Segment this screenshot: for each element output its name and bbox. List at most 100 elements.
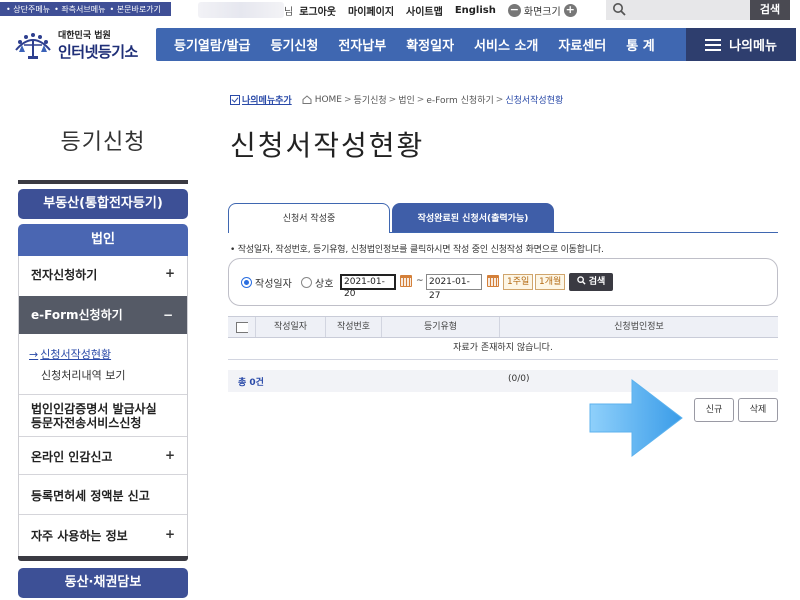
total-count: 총 0건: [238, 378, 264, 388]
delete-button[interactable]: 삭제: [738, 398, 778, 422]
breadcrumb-registry-apply[interactable]: 등기신청: [354, 93, 387, 106]
radio-selected-icon: [241, 277, 252, 288]
search-icon: [576, 276, 586, 285]
search-button[interactable]: 검색: [750, 0, 790, 20]
tab-in-progress[interactable]: 신청서 작성중: [228, 203, 390, 233]
sidebar-corp-button[interactable]: 법인: [18, 224, 188, 256]
radio-company-name[interactable]: 상호: [301, 275, 333, 290]
arrow-icon: →: [29, 348, 39, 361]
mypage-link[interactable]: 마이페이지: [348, 3, 394, 18]
add-my-menu-label: 나의메뉴추가: [242, 96, 292, 106]
new-button[interactable]: 신규: [694, 398, 734, 422]
sidebar-movable-collateral-button[interactable]: 동산·채권담보: [18, 568, 188, 598]
sidebar-title: 등기신청: [60, 130, 146, 155]
page-indicator: (0/0): [508, 374, 530, 384]
header-corp-info[interactable]: 신청법인정보: [500, 317, 778, 337]
skip-link-content[interactable]: • 본문바로가기: [109, 4, 160, 15]
application-table: 작성일자 작성번호 등기유형 신청법인정보 자료가 존재하지 않습니다.: [228, 316, 778, 360]
my-menu-button[interactable]: 나의메뉴: [686, 28, 796, 61]
pointer-arrow-icon: [589, 378, 683, 458]
sidebar-item-license-tax[interactable]: 등록면허세 정액분 신고: [19, 487, 187, 504]
breadcrumb-separator: >: [495, 94, 504, 105]
zoom-out-icon[interactable]: −: [507, 3, 521, 17]
sidebar-item-label: 자주 사용하는 정보: [31, 529, 128, 543]
sidebar-real-estate-button[interactable]: 부동산(통합전자등기): [18, 189, 188, 219]
breadcrumb-home[interactable]: HOME: [315, 95, 342, 105]
header-select-all[interactable]: [228, 317, 256, 337]
header-write-number[interactable]: 작성번호: [326, 317, 382, 337]
logo-site-name: 인터넷등기소: [58, 43, 138, 61]
breadcrumb-corp[interactable]: 법인: [398, 93, 415, 106]
english-link[interactable]: English: [455, 5, 496, 16]
gnb-fixed-date[interactable]: 확정일자: [396, 35, 464, 54]
skip-link-top-menu[interactable]: • 상단주메뉴: [6, 4, 50, 15]
page-title: 신청서작성현황: [230, 129, 425, 162]
search-input[interactable]: [630, 2, 746, 18]
screen-size-label: 화면크기: [523, 6, 561, 18]
screen-size-control: − 화면크기 +: [507, 3, 577, 18]
breadcrumb: 나의메뉴추가 HOME > 등기신청 > 법인 > e-Form 신청하기 > …: [230, 93, 563, 106]
zoom-in-icon[interactable]: +: [563, 3, 577, 17]
sidebar-divider: [19, 514, 187, 515]
radio-company-name-label: 상호: [315, 279, 334, 290]
sidebar-divider: [19, 474, 187, 475]
add-my-menu-link[interactable]: 나의메뉴추가: [230, 93, 292, 106]
logout-link[interactable]: 로그아웃: [299, 3, 336, 18]
sidebar-item-label: 전자신청하기: [31, 268, 98, 282]
sitemap-link[interactable]: 사이트맵: [406, 3, 443, 18]
breadcrumb-separator: >: [388, 94, 397, 105]
sidebar-item-eform[interactable]: e-Form신청하기 −: [19, 296, 187, 334]
sidebar-sub-label: 신청서작성현황: [40, 348, 112, 361]
breadcrumb-separator: >: [344, 94, 352, 105]
sidebar-item-seal-sms[interactable]: 법인인감증명서 발급사실 등문자전송서비스신청: [19, 402, 169, 430]
my-menu-label: 나의메뉴: [729, 39, 777, 54]
checkbox-icon: [230, 94, 240, 105]
sidebar-sub-application-status[interactable]: → 신청서작성현황: [19, 346, 187, 362]
sidebar-item-online-seal[interactable]: 온라인 인감신고 +: [19, 448, 187, 465]
global-nav: 등기열람/발급 등기신청 전자납부 확정일자 서비스 소개 자료센터 통 계: [156, 28, 686, 61]
sidebar-item-frequent-info[interactable]: 자주 사용하는 정보 +: [19, 527, 187, 544]
calendar-icon[interactable]: [487, 275, 499, 287]
search-filter: 작성일자 상호 2021-01-20 ~ 2021-01-27 1주일 1개월 …: [228, 258, 778, 306]
sidebar-sub-process-history[interactable]: 신청처리내역 보기: [19, 367, 187, 383]
search-icon: [613, 3, 626, 16]
radio-write-date[interactable]: 작성일자: [241, 275, 292, 290]
period-1week-button[interactable]: 1주일: [503, 274, 534, 290]
calendar-icon[interactable]: [400, 275, 412, 287]
radio-unselected-icon: [301, 277, 312, 288]
minus-icon: −: [162, 308, 173, 322]
plus-icon: +: [164, 266, 175, 280]
logo-org-name: 대한민국 법원: [58, 31, 111, 41]
skip-link-side-menu[interactable]: • 좌측서브메뉴: [54, 4, 105, 15]
breadcrumb-eform[interactable]: e-Form 신청하기: [426, 93, 493, 106]
plus-icon: +: [164, 448, 175, 462]
gnb-statistics[interactable]: 통 계: [616, 35, 664, 54]
logo[interactable]: 대한민국 법원 인터넷등기소: [8, 24, 148, 66]
home-icon: [302, 95, 312, 104]
gnb-e-payment[interactable]: 전자납부: [328, 35, 396, 54]
court-emblem-icon: [15, 33, 51, 59]
header-write-date[interactable]: 작성일자: [256, 317, 326, 337]
header-registry-type[interactable]: 등기유형: [382, 317, 500, 337]
tab-underline: [390, 232, 778, 233]
table-summary: 총 0건 (0/0): [228, 370, 778, 392]
gnb-service-intro[interactable]: 서비스 소개: [464, 35, 548, 54]
table-empty-row: 자료가 존재하지 않습니다.: [228, 338, 778, 360]
filter-search-button[interactable]: 검색: [569, 273, 613, 291]
status-tabs: 신청서 작성중 작성완료된 신청서(출력가능): [228, 203, 554, 233]
sidebar-item-label: 온라인 인감신고: [31, 450, 113, 464]
gnb-data-center[interactable]: 자료센터: [548, 35, 616, 54]
gnb-registry-view[interactable]: 등기열람/발급: [156, 35, 261, 54]
filter-search-label: 검색: [588, 277, 606, 287]
date-to-input[interactable]: 2021-01-27: [426, 274, 482, 301]
sidebar-item-e-apply[interactable]: 전자신청하기 +: [19, 266, 187, 283]
gnb-registry-apply[interactable]: 등기신청: [261, 35, 329, 54]
tab-completed[interactable]: 작성완료된 신청서(출력가능): [392, 203, 554, 233]
checkbox-icon: [235, 322, 248, 333]
plus-icon: +: [164, 527, 175, 541]
sidebar-divider: [18, 180, 188, 184]
period-1month-button[interactable]: 1개월: [535, 274, 566, 290]
breadcrumb-current: 신청서작성현황: [505, 96, 564, 106]
date-from-input[interactable]: 2021-01-20: [340, 274, 396, 299]
sidebar-divider: [19, 394, 187, 395]
